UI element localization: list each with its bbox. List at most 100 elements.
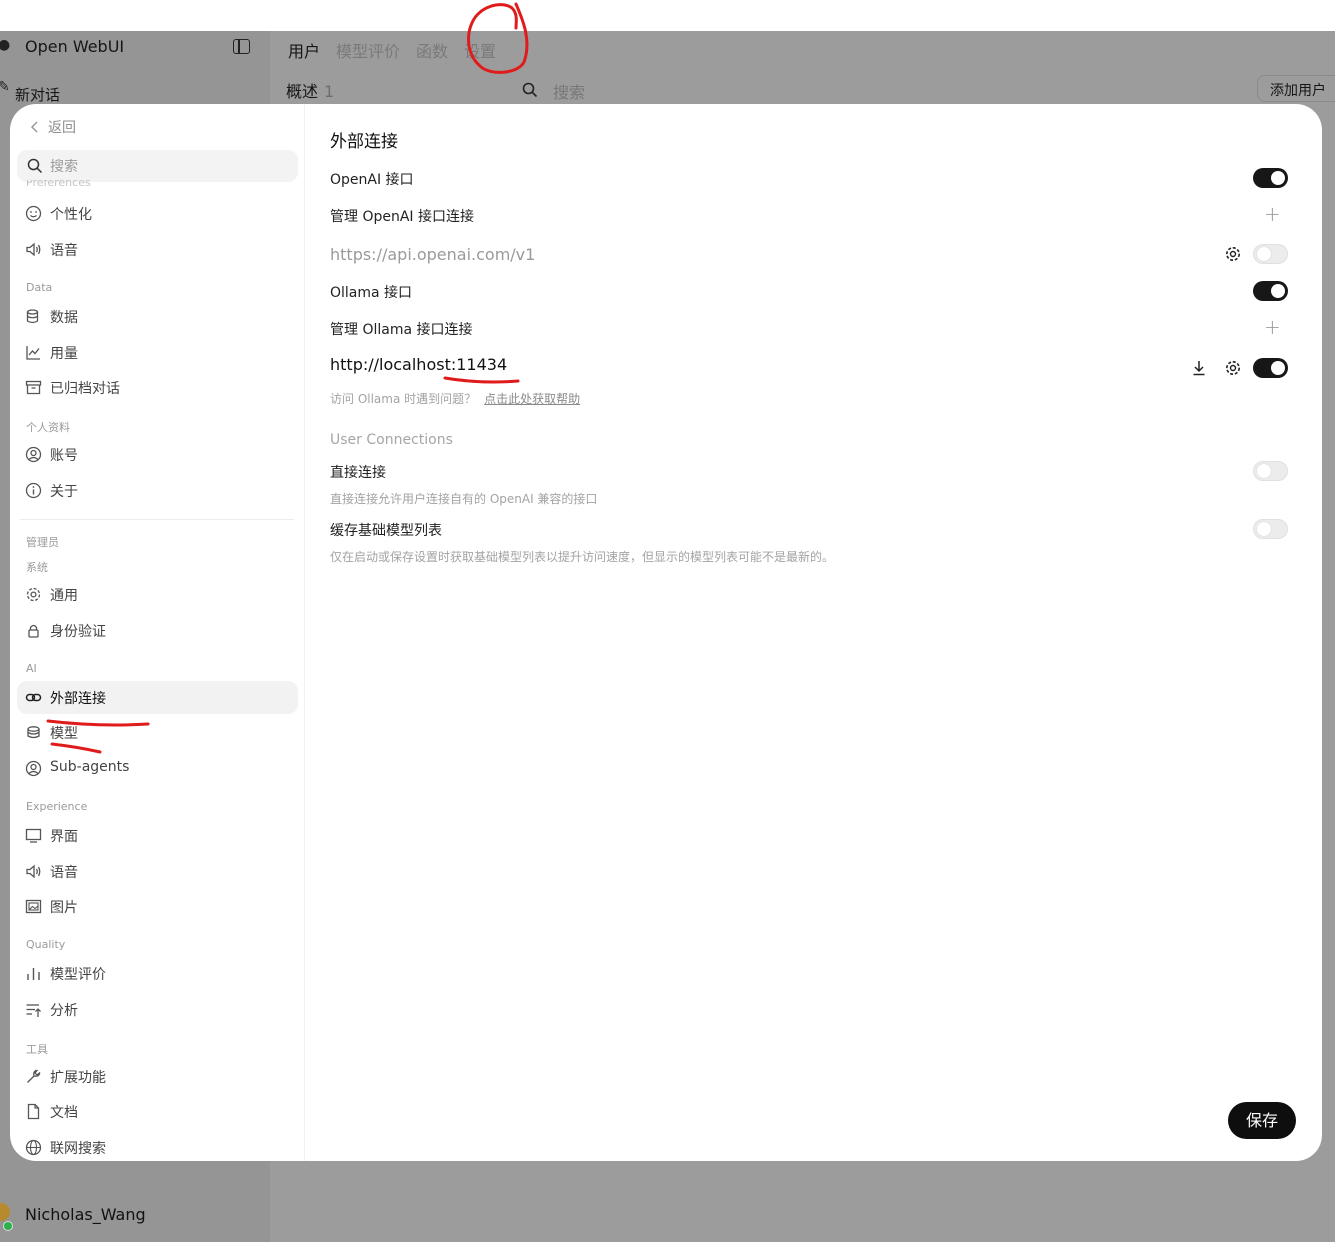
save-button[interactable]: 保存 xyxy=(1228,1102,1296,1139)
sidebar-item-voice[interactable]: 语音 xyxy=(17,233,298,266)
new-chat-icon: ✎ xyxy=(0,79,10,95)
database-icon xyxy=(26,309,39,324)
back-button[interactable]: 返回 xyxy=(30,117,76,137)
tab-evaluations[interactable]: 模型评价 xyxy=(336,38,400,62)
cache-models-toggle[interactable] xyxy=(1253,519,1288,539)
settings-modal: 返回 搜索 Preferences 个性化 语音 Data 数据 用量 已归档对… xyxy=(10,104,1322,1161)
ollama-hint-text: 访问 Ollama 时遇到问题？ xyxy=(330,392,477,406)
group-label-preferences: Preferences xyxy=(26,180,91,189)
lock-icon xyxy=(28,624,39,638)
new-chat-button[interactable]: 新对话 xyxy=(15,84,60,105)
toggle-knob xyxy=(1271,361,1285,375)
user-circle-icon xyxy=(25,446,42,463)
tab-functions[interactable]: 函数 xyxy=(416,38,448,62)
ollama-api-toggle[interactable] xyxy=(1253,281,1288,301)
openai-api-toggle[interactable] xyxy=(1253,168,1288,188)
direct-connections-toggle[interactable] xyxy=(1253,461,1288,481)
sidebar-item-label: 语音 xyxy=(50,865,78,881)
sidebar-item-models[interactable]: 模型 xyxy=(17,716,298,749)
ollama-connection-toggle[interactable] xyxy=(1253,358,1288,378)
back-label: 返回 xyxy=(48,120,76,136)
group-label-ai: AI xyxy=(26,662,37,675)
wrench-icon xyxy=(27,1069,41,1083)
sidebar-item-label: 界面 xyxy=(50,829,78,845)
group-label-system: 系统 xyxy=(26,561,48,574)
sidebar-item-analytics[interactable]: 分析 xyxy=(17,993,298,1026)
sidebar-divider xyxy=(20,519,294,520)
image-icon xyxy=(25,899,42,914)
sidebar-item-voice-admin[interactable]: 语音 xyxy=(17,855,298,888)
document-icon xyxy=(27,1103,40,1120)
stack-icon xyxy=(27,726,40,739)
sidebar-item-evaluations[interactable]: 模型评价 xyxy=(17,957,298,990)
group-label-admin: 管理员 xyxy=(26,536,59,549)
download-icon[interactable] xyxy=(1190,359,1208,377)
sidebar-item-interface[interactable]: 界面 xyxy=(17,819,298,852)
sidebar-item-label: 文档 xyxy=(50,1105,78,1121)
ollama-help-link[interactable]: 点击此处获取帮助 xyxy=(484,392,580,406)
toggle-knob xyxy=(1257,464,1271,478)
sidebar-item-general[interactable]: 通用 xyxy=(17,578,298,611)
sidebar-item-extensions[interactable]: 扩展功能 xyxy=(17,1060,298,1093)
sidebar-item-web-search[interactable]: 联网搜索 xyxy=(17,1131,298,1161)
search-placeholder: 搜索 xyxy=(50,159,78,175)
search-icon xyxy=(522,82,538,98)
manage-ollama-label: 管理 Ollama 接口连接 xyxy=(330,322,473,338)
sidebar-item-auth[interactable]: 身份验证 xyxy=(17,614,298,647)
add-openai-connection-icon[interactable]: + xyxy=(1264,204,1281,224)
sidebar-item-archived[interactable]: 已归档对话 xyxy=(17,371,298,404)
ollama-url-field[interactable]: http://localhost:11434 xyxy=(330,355,507,374)
sidebar-toggle-icon[interactable] xyxy=(233,39,250,54)
openai-connection-toggle[interactable] xyxy=(1253,244,1288,264)
sidebar-item-label: 通用 xyxy=(50,588,78,604)
sidebar-item-images[interactable]: 图片 xyxy=(17,890,298,923)
sidebar-item-personalize[interactable]: 个性化 xyxy=(17,197,298,230)
smile-icon xyxy=(25,205,42,222)
page-title: 外部连接 xyxy=(330,132,398,152)
gear-icon[interactable] xyxy=(1224,245,1242,263)
sidebar-item-label: 用量 xyxy=(50,346,78,362)
sidebar-item-connections[interactable]: 外部连接 xyxy=(17,681,298,714)
gear-icon[interactable] xyxy=(1224,359,1242,377)
archive-icon xyxy=(25,380,42,395)
tab-users[interactable]: 用户 xyxy=(288,38,320,62)
cache-models-label: 缓存基础模型列表 xyxy=(330,523,442,539)
annotation-circle xyxy=(467,2,529,74)
gear-icon xyxy=(26,587,41,602)
user-circle-icon xyxy=(25,760,42,777)
sidebar-item-documents[interactable]: 文档 xyxy=(17,1095,298,1128)
group-label-quality: Quality xyxy=(26,938,66,951)
user-count: 1 xyxy=(324,82,335,101)
cache-models-hint: 仅在启动或保存设置时获取基础模型列表以提升访问速度，但显示的模型列表可能不是最新… xyxy=(330,550,835,564)
avatar[interactable] xyxy=(0,1203,10,1221)
bar-chart-icon xyxy=(27,968,40,980)
sidebar-item-label: 模型评价 xyxy=(50,967,106,983)
openai-url-field[interactable]: https://api.openai.com/v1 xyxy=(330,245,535,264)
manage-openai-label: 管理 OpenAI 接口连接 xyxy=(330,209,474,225)
browser-top-strip xyxy=(0,0,1335,31)
sidebar-item-usage[interactable]: 用量 xyxy=(17,336,298,369)
settings-search-input[interactable]: 搜索 xyxy=(17,150,298,182)
add-ollama-connection-icon[interactable]: + xyxy=(1264,317,1281,337)
line-chart-icon xyxy=(26,346,40,360)
app-logo-icon: ● xyxy=(0,37,11,53)
connections-panel: 外部连接 OpenAI 接口 管理 OpenAI 接口连接 + https://… xyxy=(330,104,1296,1161)
user-name[interactable]: Nicholas_Wang xyxy=(25,1205,146,1224)
users-search-input[interactable]: 搜索 xyxy=(553,79,585,103)
sidebar-item-label: 身份验证 xyxy=(50,624,106,640)
overview-heading: 概述 1 xyxy=(286,78,334,102)
sidebar-item-data[interactable]: 数据 xyxy=(17,300,298,333)
sidebar-item-about[interactable]: 关于 xyxy=(17,474,298,507)
sidebar-item-subagents[interactable]: Sub-agents xyxy=(17,752,298,785)
sidebar-item-label: 账号 xyxy=(50,448,78,464)
overview-label: 概述 xyxy=(286,82,319,101)
ollama-help-hint: 访问 Ollama 时遇到问题？ 点击此处获取帮助 xyxy=(330,390,580,407)
sidebar-item-account[interactable]: 账号 xyxy=(17,438,298,471)
toggle-knob xyxy=(1257,247,1271,261)
sort-arrow-icon xyxy=(26,1004,41,1017)
sidebar-item-label: 外部连接 xyxy=(50,691,106,707)
add-user-button[interactable]: 添加用户 xyxy=(1257,75,1335,102)
group-label-data: Data xyxy=(26,281,53,294)
toggle-knob xyxy=(1271,284,1285,298)
toggle-knob xyxy=(1257,522,1271,536)
